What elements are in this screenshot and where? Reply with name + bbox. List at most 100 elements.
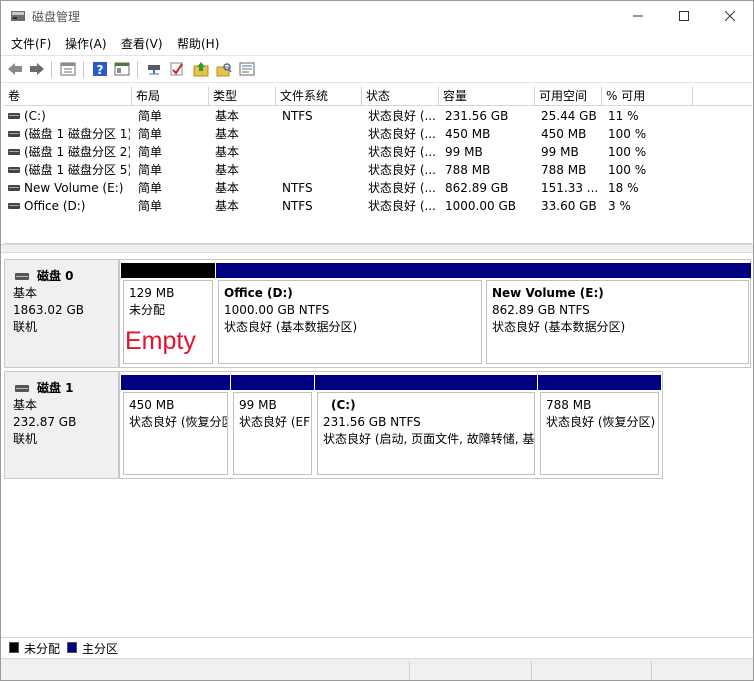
legend-swatch-primary bbox=[67, 642, 77, 653]
cell-status: 状态良好 (... bbox=[368, 199, 436, 213]
partition-size: 129 MB bbox=[129, 286, 175, 300]
volume-list-header: 卷 布局 类型 文件系统 状态 容量 可用空间 % 可用 bbox=[4, 86, 752, 106]
legend-label-primary: 主分区 bbox=[82, 642, 119, 656]
menu-file[interactable]: 文件(F) bbox=[11, 35, 51, 52]
details-button[interactable] bbox=[237, 59, 257, 79]
disk-1-label[interactable]: 磁盘 1 基本 232.87 GB 联机 bbox=[4, 371, 119, 479]
cell-capacity: 1000.00 GB bbox=[445, 199, 516, 213]
maximize-button[interactable] bbox=[661, 1, 707, 31]
properties-button[interactable] bbox=[58, 59, 78, 79]
connect-button[interactable] bbox=[144, 59, 164, 79]
view-button[interactable] bbox=[112, 59, 132, 79]
column-header-filesystem[interactable]: 文件系统 bbox=[276, 86, 362, 106]
volume-icon bbox=[8, 185, 20, 191]
toolbar-separator bbox=[137, 61, 138, 78]
column-header-free-space[interactable]: 可用空间 bbox=[535, 86, 602, 106]
disk-1-size: 232.87 GB bbox=[13, 415, 77, 429]
volume-row[interactable]: Office (D:) 简单 基本 NTFS 状态良好 (... 1000.00 GB 33… bbox=[4, 197, 752, 215]
partition-disk1-5[interactable]: 788 MB 状态良好 (恢复分区) bbox=[538, 375, 661, 477]
volume-row[interactable]: (磁盘 1 磁盘分区 5) 简单 基本 状态良好 (... 788 MB 788 MB 10… bbox=[4, 161, 752, 179]
disk-1-type: 基本 bbox=[13, 398, 38, 412]
partition-name: Office (D:) bbox=[224, 286, 293, 300]
cell-percent-free: 18 % bbox=[608, 181, 639, 195]
volume-icon bbox=[8, 113, 20, 119]
cell-capacity: 788 MB bbox=[445, 163, 491, 177]
forward-button[interactable] bbox=[27, 59, 47, 79]
cell-free-space: 788 MB bbox=[541, 163, 587, 177]
partition-size: 1000.00 GB NTFS bbox=[224, 303, 330, 317]
column-header-percent-free[interactable]: % 可用 bbox=[602, 86, 693, 106]
partition-office-d[interactable]: Office (D:) 1000.00 GB NTFS 状态良好 (基本数据分区… bbox=[216, 263, 484, 366]
cell-free-space: 33.60 GB bbox=[541, 199, 597, 213]
folder-up-button[interactable] bbox=[191, 59, 211, 79]
empty-annotation: Empty bbox=[125, 327, 196, 355]
legend-swatch-unallocated bbox=[9, 642, 19, 653]
partition-new-volume-e[interactable]: New Volume (E:) 862.89 GB NTFS 状态良好 (基本数… bbox=[484, 263, 751, 366]
menu-action[interactable]: 操作(A) bbox=[65, 35, 107, 52]
partition-name: (C:) bbox=[331, 398, 356, 412]
volume-icon bbox=[8, 149, 20, 155]
disk-1-partitions: 450 MB 状态良好 (恢复分区) 99 MB 状态良好 (EFI 系统分区)… bbox=[119, 371, 663, 479]
partition-status: 状态良好 (恢复分区) bbox=[546, 415, 656, 429]
back-icon bbox=[8, 63, 22, 75]
cell-percent-free: 100 % bbox=[608, 127, 647, 141]
disk-0-label[interactable]: 磁盘 0 基本 1863.02 GB 联机 bbox=[4, 259, 119, 368]
column-header-layout[interactable]: 布局 bbox=[132, 86, 209, 106]
search-folder-button[interactable] bbox=[214, 59, 234, 79]
partition-disk1-1[interactable]: 450 MB 状态良好 (恢复分区) bbox=[121, 375, 230, 477]
volume-row[interactable]: (C:) 简单 基本 NTFS 状态良好 (... 231.56 GB 25.44 GB 11… bbox=[4, 107, 752, 125]
cell-layout: 简单 bbox=[138, 163, 163, 177]
search-folder-icon bbox=[216, 63, 232, 77]
volume-icon bbox=[8, 131, 20, 137]
cell-volume: Office (D:) bbox=[24, 199, 86, 213]
volume-list: 卷 布局 类型 文件系统 状态 容量 可用空间 % 可用 (C:) 简单 基本 NTF… bbox=[4, 86, 752, 244]
maximize-icon bbox=[679, 11, 689, 21]
cell-type: 基本 bbox=[215, 109, 240, 123]
help-button[interactable]: ? bbox=[90, 59, 110, 79]
toolbar-separator bbox=[51, 61, 52, 78]
column-header-type[interactable]: 类型 bbox=[209, 86, 276, 106]
window-title: 磁盘管理 bbox=[32, 10, 81, 24]
cell-capacity: 862.89 GB bbox=[445, 181, 509, 195]
cell-status: 状态良好 (... bbox=[368, 181, 436, 195]
status-bar-separator bbox=[651, 661, 652, 680]
volume-row[interactable]: (磁盘 1 磁盘分区 2) 简单 基本 状态良好 (... 99 MB 99 MB 100 … bbox=[4, 143, 752, 161]
cell-type: 基本 bbox=[215, 127, 240, 141]
column-header-capacity[interactable]: 容量 bbox=[439, 86, 535, 106]
volume-row[interactable]: (磁盘 1 磁盘分区 1) 简单 基本 状态良好 (... 450 MB 450 MB 10… bbox=[4, 125, 752, 143]
partition-c[interactable]: (C:) 231.56 GB NTFS 状态良好 (启动, 页面文件, 故障转储… bbox=[315, 375, 537, 477]
cell-percent-free: 100 % bbox=[608, 163, 647, 177]
check-button[interactable] bbox=[167, 59, 187, 79]
back-button[interactable] bbox=[5, 59, 25, 79]
primary-partition-bar bbox=[538, 375, 661, 390]
cell-free-space: 99 MB bbox=[541, 145, 579, 159]
status-bar-separator bbox=[409, 661, 410, 680]
minimize-button[interactable] bbox=[615, 1, 661, 31]
menu-help[interactable]: 帮助(H) bbox=[177, 35, 219, 52]
help-icon: ? bbox=[93, 62, 107, 77]
partition-status: 状态良好 (恢复分区) bbox=[129, 415, 228, 429]
partition-status: 未分配 bbox=[129, 303, 166, 317]
primary-partition-bar bbox=[231, 375, 314, 390]
connect-icon bbox=[148, 65, 160, 75]
cell-layout: 简单 bbox=[138, 199, 163, 213]
primary-partition-bar bbox=[484, 263, 751, 278]
cell-free-space: 25.44 GB bbox=[541, 109, 597, 123]
disk-0-status: 联机 bbox=[13, 320, 38, 334]
volume-row[interactable]: New Volume (E:) 简单 基本 NTFS 状态良好 (... 862.89 G… bbox=[4, 179, 752, 197]
disk-1-status: 联机 bbox=[13, 432, 38, 446]
partition-disk1-2[interactable]: 99 MB 状态良好 (EFI 系统分区) bbox=[231, 375, 314, 477]
cell-type: 基本 bbox=[215, 199, 240, 213]
legend-label-unallocated: 未分配 bbox=[24, 642, 61, 656]
partition-name: New Volume (E:) bbox=[492, 286, 604, 300]
status-bar-separator bbox=[531, 661, 532, 680]
partition-size: 231.56 GB NTFS bbox=[323, 415, 421, 429]
column-header-status[interactable]: 状态 bbox=[362, 86, 439, 106]
cell-filesystem: NTFS bbox=[282, 109, 313, 123]
svg-text:?: ? bbox=[97, 63, 104, 77]
close-button[interactable] bbox=[707, 1, 753, 31]
volume-icon bbox=[8, 167, 20, 173]
menu-view[interactable]: 查看(V) bbox=[121, 35, 163, 52]
pane-splitter[interactable] bbox=[1, 244, 753, 253]
column-header-volume[interactable]: 卷 bbox=[4, 86, 132, 106]
